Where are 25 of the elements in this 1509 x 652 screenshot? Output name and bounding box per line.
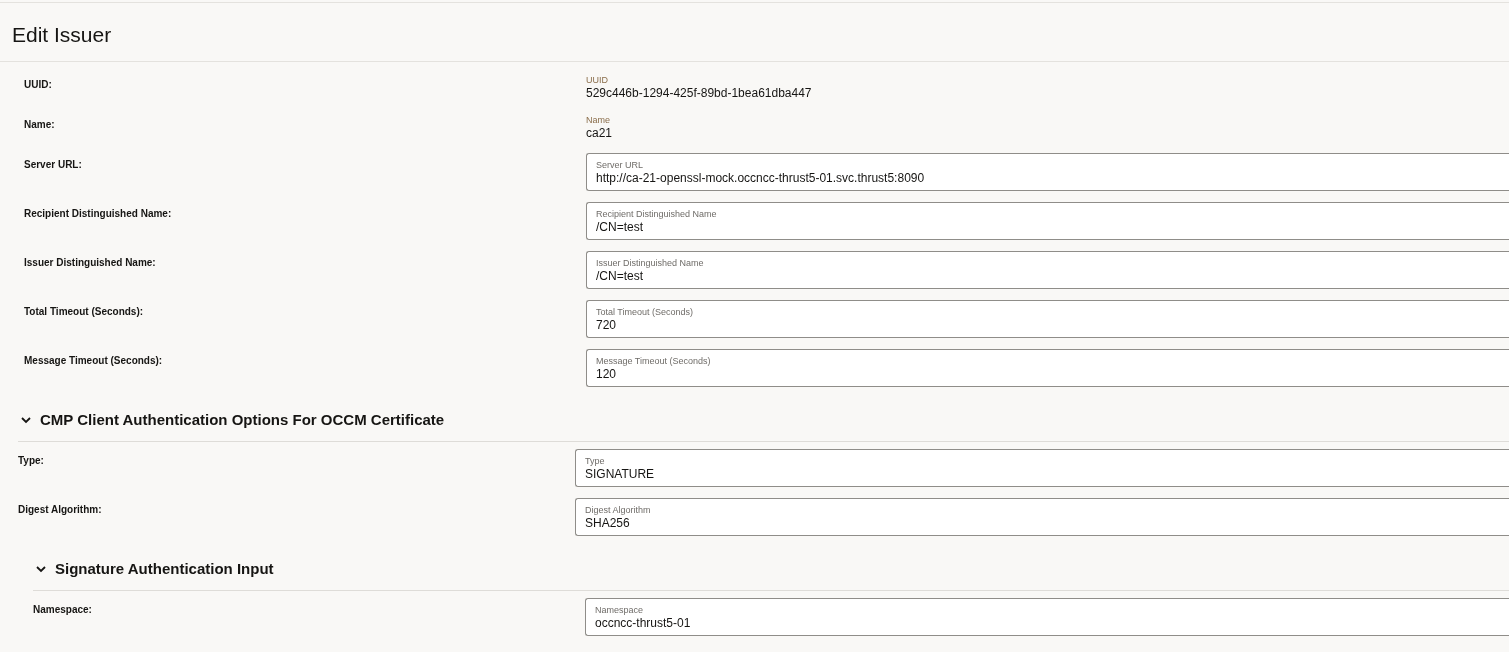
field-label: UUID:	[24, 78, 52, 90]
input-field[interactable]: Digest Algorithm SHA256	[575, 498, 1509, 536]
readonly-caption: Name	[586, 114, 610, 126]
input-field[interactable]: Message Timeout (Seconds) 120	[586, 349, 1509, 387]
input-field[interactable]: Issuer Distinguished Name /CN=test	[586, 251, 1509, 289]
input-field[interactable]: Namespace occncc-thrust5-01	[585, 598, 1509, 636]
section-title: Signature Authentication Input	[55, 560, 274, 577]
field-label: Total Timeout (Seconds):	[24, 305, 144, 317]
input-field[interactable]: Type SIGNATURE	[575, 449, 1509, 487]
input-field[interactable]: Recipient Distinguished Name /CN=test	[586, 202, 1509, 240]
field-label: Type:	[18, 454, 44, 466]
field-label: Digest Algorithm:	[18, 503, 102, 515]
readonly-caption: UUID	[586, 74, 608, 86]
field-label: Namespace:	[33, 603, 92, 615]
field-label: Server URL:	[24, 158, 82, 170]
field-label: Recipient Distinguished Name:	[24, 207, 172, 219]
readonly-value: 529c446b-1294-425f-89bd-1bea61dba447	[586, 86, 812, 101]
readonly-value: ca21	[586, 126, 613, 141]
page-title: Edit Issuer	[0, 3, 1509, 62]
section-title: CMP Client Authentication Options For OCCM Certificate	[40, 411, 445, 428]
field-label: Message Timeout (Seconds):	[24, 354, 163, 366]
field-label: Issuer Distinguished Name:	[24, 256, 156, 268]
input-field[interactable]: Server URL http://ca-21-openssl-mock.occncc-thrust5-01.svc.thrust5:8090	[586, 153, 1509, 191]
field-label: Name:	[24, 118, 55, 130]
input-field[interactable]: Total Timeout (Seconds) 720	[586, 300, 1509, 338]
